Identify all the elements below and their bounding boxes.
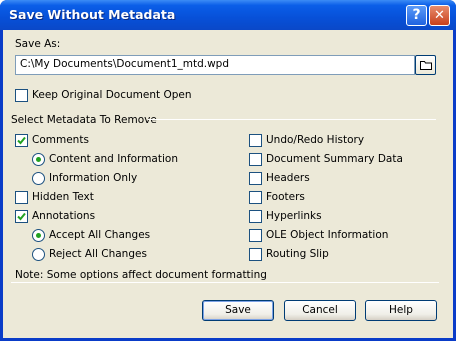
folder-icon [420,61,432,70]
dialog-body: Save As: C:\My Documents\Document1_mtd.w… [3,30,453,338]
routing-slip-label: Routing Slip [266,248,329,260]
help-title-button[interactable]: ? [406,5,427,26]
footers-label: Footers [266,191,305,203]
formatting-note: Note: Some options affect document forma… [15,269,267,281]
document-summary-data-label: Document Summary Data [266,153,403,165]
keep-open-checkbox[interactable] [15,89,28,102]
undo-redo-history-label: Undo/Redo History [266,134,365,146]
annotations-label: Annotations [32,210,96,222]
help-button[interactable]: Help [365,300,437,321]
document-summary-data-checkbox[interactable] [249,153,262,166]
dialog-title: Save Without Metadata [9,7,176,22]
comments-label: Comments [32,134,89,146]
information-only-label: Information Only [49,172,138,184]
save-as-label: Save As: [15,38,61,50]
title-bar[interactable]: Save Without Metadata ? ✕ [0,0,456,30]
undo-redo-history-checkbox[interactable] [249,134,262,147]
close-icon: ✕ [434,8,445,23]
hyperlinks-label: Hyperlinks [266,210,322,222]
accept-all-changes-radio[interactable] [32,229,45,242]
headers-checkbox[interactable] [249,172,262,185]
hidden-text-label: Hidden Text [32,191,94,203]
cancel-button[interactable]: Cancel [284,300,356,321]
routing-slip-checkbox[interactable] [249,248,262,261]
hidden-text-checkbox[interactable] [15,191,28,204]
check-icon [17,212,26,221]
close-button[interactable]: ✕ [429,5,450,26]
information-only-radio[interactable] [32,172,45,185]
browse-button[interactable] [415,55,436,75]
ole-object-information-label: OLE Object Information [266,229,389,241]
radio-selected-dot [36,157,41,162]
annotations-checkbox[interactable] [15,210,28,223]
footers-checkbox[interactable] [249,191,262,204]
reject-all-changes-radio[interactable] [32,248,45,261]
group-divider [148,119,436,120]
accept-all-changes-label: Accept All Changes [49,229,151,241]
hyperlinks-checkbox[interactable] [249,210,262,223]
content-and-information-radio[interactable] [32,153,45,166]
content-and-information-label: Content and Information [49,153,178,165]
reject-all-changes-label: Reject All Changes [49,248,147,260]
comments-checkbox[interactable] [15,134,28,147]
dialog-window: Save Without Metadata ? ✕ Save As: C:\My… [0,0,456,341]
save-button[interactable]: Save [202,300,274,321]
check-icon [17,136,26,145]
question-mark-icon: ? [412,7,421,23]
headers-label: Headers [266,172,310,184]
radio-selected-dot [36,233,41,238]
group-title: Select Metadata To Remove [11,114,157,126]
footer-separator [11,282,439,283]
keep-open-label: Keep Original Document Open [32,89,192,101]
save-as-input[interactable]: C:\My Documents\Document1_mtd.wpd [15,55,415,75]
ole-object-information-checkbox[interactable] [249,229,262,242]
